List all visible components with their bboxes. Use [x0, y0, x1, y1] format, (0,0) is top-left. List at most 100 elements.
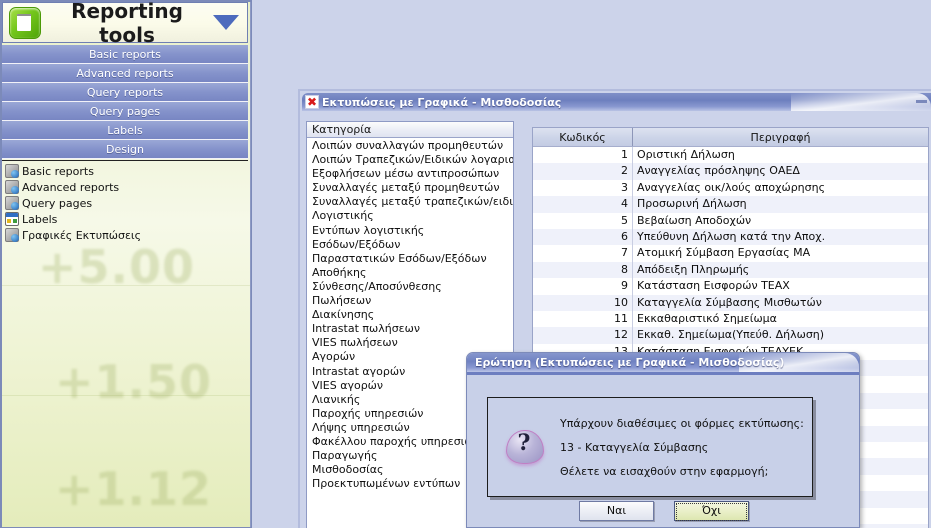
column-header-description[interactable]: Περιγραφή — [633, 128, 928, 146]
nav-query-pages[interactable]: Query pages — [2, 102, 248, 121]
chevron-down-icon[interactable] — [213, 15, 239, 30]
cell-code: 1 — [533, 147, 633, 164]
cell-code: 2 — [533, 163, 633, 180]
list-item[interactable]: Συναλλαγές μεταξύ προμηθευτών — [312, 181, 513, 195]
cell-description: Αναγγελίας πρόσληψης ΟΑΕΔ — [637, 164, 800, 178]
cell-code: 7 — [533, 245, 633, 262]
grid-header-row: Κωδικός Περιγραφή — [533, 128, 928, 147]
report-icon — [5, 228, 19, 242]
tree-item-query-pages[interactable]: Query pages — [2, 195, 248, 211]
dialog-message-line-2: 13 - Καταγγελία Σύμβασης — [560, 440, 709, 454]
tree-item-label: Basic reports — [22, 164, 94, 178]
cell-code: 6 — [533, 228, 633, 246]
table-row[interactable]: 12 Εκκαθ. Σημείωμα(Υπεύθ. Δήλωση) — [533, 327, 928, 344]
cell-description: Καταγγελία Σύμβασης Μισθωτών — [637, 295, 822, 309]
list-item[interactable]: Εντύπων λογιστικής — [312, 224, 513, 238]
dialog-message: Υπάρχουν διαθέσιμες οι φόρμες εκτύπωσης:… — [560, 417, 812, 478]
cell-description: Εκκαθαριστικό Σημείωμα — [637, 311, 777, 325]
dialog-title: Ερώτηση (Εκτυπώσεις με Γραφικά - Μισθοδο… — [475, 356, 785, 369]
list-item[interactable]: Εξοφλήσεων μέσω αντιπροσώπων — [312, 167, 513, 181]
table-row[interactable]: 3 Αναγγελίας οικ/λούς αποχώρησης — [533, 179, 928, 197]
list-item[interactable]: Λοιπών συναλλαγών προμηθευτών — [312, 139, 513, 153]
cell-code: 3 — [533, 179, 633, 197]
cell-description: Οριστική Δήλωση — [637, 148, 735, 161]
table-row[interactable]: 6 Υπεύθυνη Δήλωση κατά την Αποχ. — [533, 228, 928, 246]
screen-root: +5.00 +1.50 +1.12 Reporting tools Basic … — [0, 0, 931, 528]
dialog-button-row: Ναι Όχι — [467, 501, 859, 521]
cell-code: 10 — [533, 294, 633, 311]
tree-item-label: Γραφικές Εκτυπώσεις — [22, 228, 142, 242]
column-header-code[interactable]: Κωδικός — [533, 128, 633, 146]
report-icon — [5, 196, 19, 210]
report-icon — [5, 180, 19, 194]
book-icon — [9, 6, 41, 39]
cell-description: Υπεύθυνη Δήλωση κατά την Αποχ. — [637, 229, 826, 243]
list-item[interactable]: Πωλήσεων — [312, 294, 513, 308]
list-item[interactable]: Intrastat πωλήσεων — [312, 322, 513, 336]
list-item[interactable]: Συναλλαγές μεταξύ τραπεζικών/ειδι — [312, 195, 513, 209]
page-title: Reporting tools — [71, 0, 183, 47]
background-watermark-1: +5.00 — [38, 240, 196, 294]
cell-code: 11 — [533, 310, 633, 328]
tree-item-label: Advanced reports — [22, 180, 120, 194]
tree-item-labels[interactable]: Labels — [2, 211, 248, 227]
yes-button[interactable]: Ναι — [579, 501, 654, 521]
red-x-app-icon: ✖ — [305, 95, 319, 109]
minimize-icon[interactable] — [916, 100, 927, 103]
dialog-body: ? Υπάρχουν διαθέσιμες οι φόρμες εκτύπωση… — [487, 397, 813, 497]
window-title-bar[interactable]: ✖ Εκτυπώσεις με Γραφικά - Μισθοδοσίας — [302, 93, 931, 111]
tree-item-label: Query pages — [22, 196, 93, 210]
tree-item-basic-reports[interactable]: Basic reports — [2, 163, 248, 179]
list-item[interactable]: Διακίνησης — [312, 308, 513, 322]
tree-item-graphic-printouts[interactable]: Γραφικές Εκτυπώσεις — [2, 227, 248, 243]
dialog-message-line-3: Θέλετε να εισαχθούν στην εφαρμογή; — [560, 464, 769, 478]
list-item[interactable]: Λοιπών Τραπεζικών/Ειδικών λογαριασ — [312, 153, 513, 167]
cell-description: Εκκαθ. Σημείωμα(Υπεύθ. Δήλωση) — [637, 328, 825, 342]
table-row[interactable]: 4 Προσωρινή Δήλωση — [533, 196, 928, 213]
list-item[interactable]: Λογιστικής — [312, 209, 513, 223]
cell-code: 12 — [533, 327, 633, 344]
nav-query-reports[interactable]: Query reports — [2, 83, 248, 102]
table-row[interactable]: 10 Καταγγελία Σύμβασης Μισθωτών — [533, 294, 928, 311]
cell-description: Βεβαίωση Αποδοχών — [637, 213, 752, 227]
nav-labels[interactable]: Labels — [2, 121, 248, 140]
reporting-tools-panel: +5.00 +1.50 +1.12 Reporting tools Basic … — [0, 0, 252, 528]
nav-basic-reports[interactable]: Basic reports — [2, 45, 248, 64]
cell-description: Προσωρινή Δήλωση — [637, 197, 747, 211]
list-item[interactable]: Εσόδων/Εξόδων — [312, 238, 513, 252]
table-row[interactable]: 8 Απόδειξη Πληρωμής — [533, 261, 928, 279]
tree-item-label: Labels — [22, 212, 58, 226]
nav-advanced-reports[interactable]: Advanced reports — [2, 64, 248, 83]
cell-code: 4 — [533, 196, 633, 213]
tree-item-advanced-reports[interactable]: Advanced reports — [2, 179, 248, 195]
table-row[interactable]: 5 Βεβαίωση Αποδοχών — [533, 212, 928, 229]
table-row[interactable]: 9 Κατάσταση Εισφορών ΤΕΑΧ — [533, 278, 928, 295]
table-row[interactable]: 1 Οριστική Δήλωση — [533, 147, 928, 164]
cell-code: 5 — [533, 212, 633, 229]
nav-design[interactable]: Design — [2, 140, 248, 159]
list-item[interactable]: Παραστατικών Εσόδων/Εξόδων — [312, 252, 513, 266]
table-row[interactable]: 11 Εκκαθαριστικό Σημείωμα — [533, 310, 928, 328]
table-row[interactable]: 2 Αναγγελίας πρόσληψης ΟΑΕΔ — [533, 163, 928, 180]
cell-description: Αναγγελίας οικ/λούς αποχώρησης — [637, 180, 826, 194]
dialog-title-separator — [467, 372, 859, 375]
window-title: Εκτυπώσεις με Γραφικά - Μισθοδοσίας — [322, 95, 562, 109]
list-item[interactable]: VIES πωλήσεων — [312, 336, 513, 350]
reporting-tools-header: Reporting tools — [2, 0, 248, 47]
question-mark-icon: ? — [504, 429, 544, 465]
dialog-title-bar[interactable]: Ερώτηση (Εκτυπώσεις με Γραφικά - Μισθοδο… — [467, 353, 859, 372]
labels-icon — [5, 212, 19, 226]
cell-code: 9 — [533, 278, 633, 295]
dialog-message-line-1: Υπάρχουν διαθέσιμες οι φόρμες εκτύπωσης: — [560, 416, 804, 430]
no-button[interactable]: Όχι — [674, 501, 749, 521]
list-item[interactable]: Αποθήκης — [312, 266, 513, 280]
table-row[interactable]: 7 Ατομική Σύμβαση Εργασίας ΜΑ — [533, 245, 928, 262]
cell-code: 8 — [533, 261, 633, 279]
cell-description: Απόδειξη Πληρωμής — [637, 262, 750, 276]
background-watermark-2: +1.50 — [55, 355, 213, 409]
question-dialog: Ερώτηση (Εκτυπώσεις με Γραφικά - Μισθοδο… — [466, 352, 860, 528]
category-column-header: Κατηγορία — [307, 122, 513, 138]
cell-description: Ατομική Σύμβαση Εργασίας ΜΑ — [637, 246, 811, 260]
list-item[interactable]: Σύνθεσης/Αποσύνθεσης — [312, 280, 513, 294]
cell-description: Κατάσταση Εισφορών ΤΕΑΧ — [637, 279, 790, 293]
